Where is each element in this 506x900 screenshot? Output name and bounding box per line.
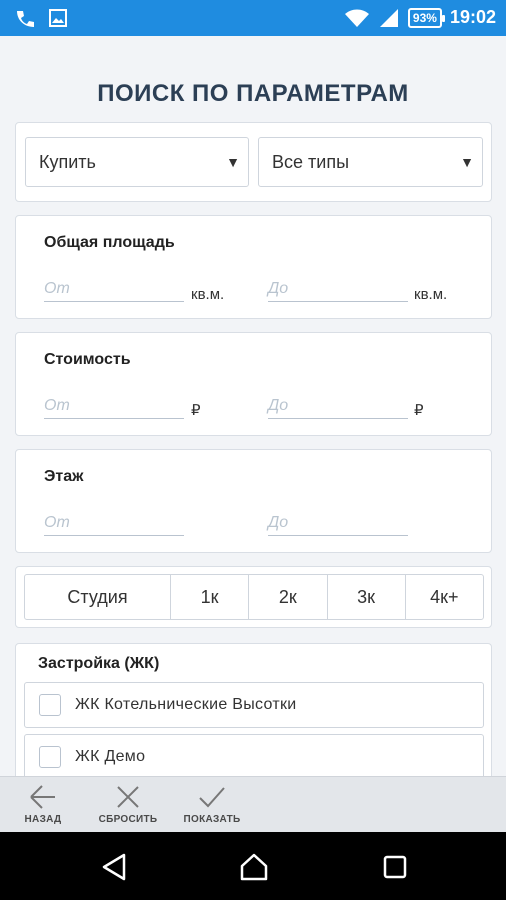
action-toolbar: НАЗАД СБРОСИТЬ ПОКАЗАТЬ bbox=[0, 776, 506, 832]
complex-item[interactable]: ЖК Демо bbox=[24, 734, 484, 776]
floor-label: Этаж bbox=[44, 468, 84, 485]
clock: 19:02 bbox=[449, 7, 496, 27]
floor-to-input[interactable]: До bbox=[268, 510, 408, 536]
back-label: НАЗАД bbox=[24, 814, 62, 825]
area-unit: кв.м. bbox=[191, 286, 225, 303]
price-from-input[interactable]: От bbox=[44, 393, 184, 419]
area-card: Общая площадь От кв.м. До кв.м. bbox=[15, 215, 492, 319]
price-unit: ₽ bbox=[191, 402, 201, 419]
price-to-input[interactable]: До bbox=[268, 393, 408, 419]
recents-nav-icon[interactable] bbox=[381, 852, 409, 882]
complex-label: ЖК Котельнические Высотки bbox=[75, 696, 297, 713]
complex-item[interactable]: ЖК Котельнические Высотки bbox=[24, 682, 484, 728]
area-from-input[interactable]: От bbox=[44, 276, 184, 302]
complex-checkbox[interactable] bbox=[39, 746, 61, 768]
page-title: ПОИСК ПО ПАРАМЕТРАМ bbox=[97, 80, 409, 107]
area-unit: кв.м. bbox=[414, 286, 448, 303]
rooms-segmented-control: Студия 1к 2к 3к 4к+ bbox=[24, 574, 484, 620]
back-nav-icon[interactable] bbox=[100, 852, 128, 882]
area-label: Общая площадь bbox=[44, 234, 175, 251]
dropdown-arrow-icon: ▼ bbox=[226, 154, 240, 170]
property-type-value: Все типы bbox=[272, 152, 350, 172]
floor-from-input[interactable]: От bbox=[44, 510, 184, 536]
battery-indicator: 93% bbox=[407, 7, 445, 28]
dropdown-arrow-icon: ▼ bbox=[460, 154, 474, 170]
room-option-1[interactable]: 1к bbox=[171, 575, 250, 619]
missed-call-icon bbox=[17, 11, 34, 27]
arrow-left-icon bbox=[30, 785, 55, 809]
complexes-card: Застройка (ЖК) ЖК Котельнические Высотки… bbox=[15, 643, 492, 776]
property-type-select[interactable]: Все типы ▼ bbox=[258, 137, 483, 187]
back-button[interactable]: НАЗАД bbox=[18, 783, 68, 825]
wifi-icon bbox=[344, 9, 369, 27]
reset-label: СБРОСИТЬ bbox=[98, 814, 158, 825]
price-card: Стоимость От ₽ До ₽ bbox=[15, 332, 492, 436]
show-button[interactable]: ПОКАЗАТЬ bbox=[178, 783, 246, 825]
complex-label: ЖК Демо bbox=[75, 748, 146, 765]
area-to-input[interactable]: До bbox=[268, 276, 408, 302]
deal-select-value: Купить bbox=[39, 152, 96, 172]
close-icon bbox=[117, 786, 139, 808]
deal-type-card: Купить ▼ Все типы ▼ bbox=[15, 122, 492, 202]
status-bar: 93% 19:02 bbox=[0, 0, 506, 36]
image-icon bbox=[49, 9, 67, 27]
show-label: ПОКАЗАТЬ bbox=[183, 814, 241, 825]
home-nav-icon[interactable] bbox=[238, 852, 270, 882]
complex-checkbox[interactable] bbox=[39, 694, 61, 716]
checkmark-icon bbox=[199, 787, 225, 808]
floor-card: Этаж От До bbox=[15, 449, 492, 553]
system-nav-bar bbox=[0, 832, 506, 900]
complexes-label: Застройка (ЖК) bbox=[38, 655, 160, 672]
room-option-2[interactable]: 2к bbox=[249, 575, 328, 619]
room-option-4plus[interactable]: 4к+ bbox=[406, 575, 483, 619]
room-option-3[interactable]: 3к bbox=[328, 575, 406, 619]
room-option-studio[interactable]: Студия bbox=[25, 575, 171, 619]
signal-icon bbox=[379, 8, 398, 27]
deal-select[interactable]: Купить ▼ bbox=[25, 137, 249, 187]
price-label: Стоимость bbox=[44, 351, 131, 368]
rooms-card: Студия 1к 2к 3к 4к+ bbox=[15, 566, 492, 628]
price-unit: ₽ bbox=[414, 402, 424, 419]
reset-button[interactable]: СБРОСИТЬ bbox=[94, 783, 162, 825]
